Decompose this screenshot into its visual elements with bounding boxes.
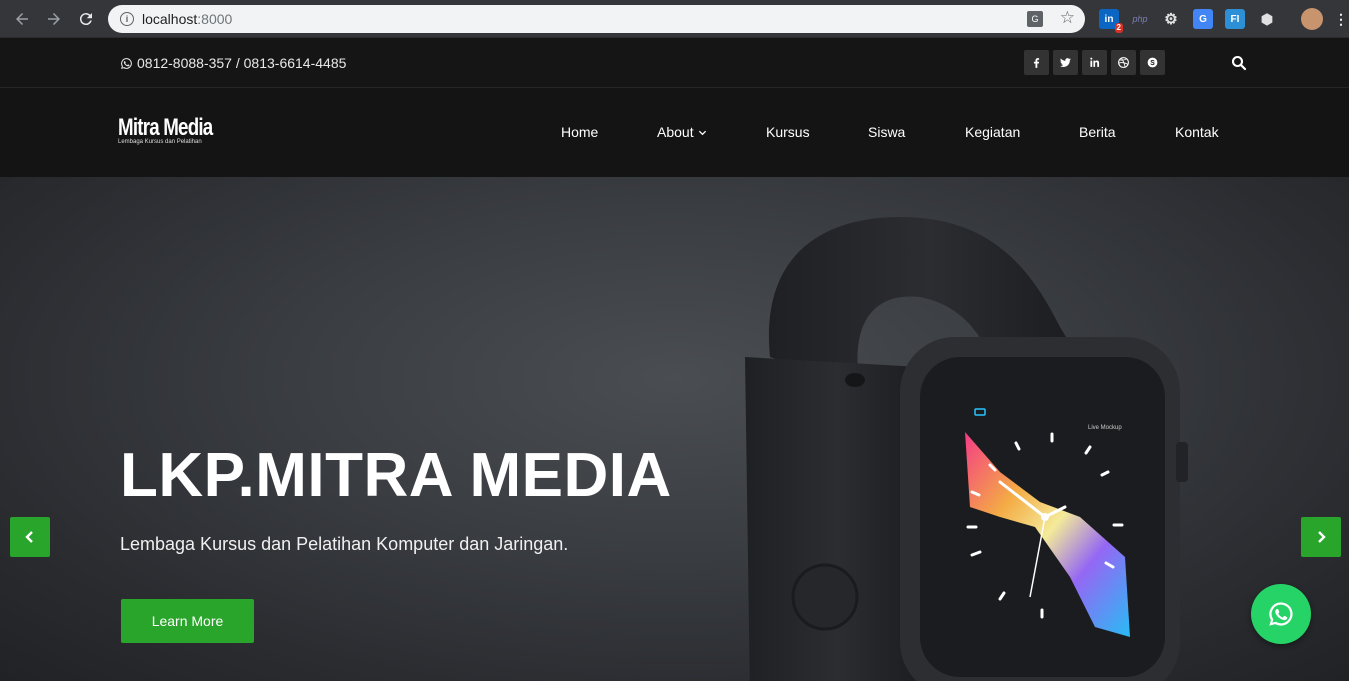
reload-button[interactable] xyxy=(74,7,98,31)
nav-berita[interactable]: Berita xyxy=(1079,124,1116,140)
dribbble-button[interactable] xyxy=(1111,50,1136,75)
nav-about-label: About xyxy=(657,124,694,140)
slider-next-button[interactable] xyxy=(1301,517,1341,557)
skype-button[interactable] xyxy=(1140,50,1165,75)
translate-ext-icon[interactable]: G xyxy=(1193,9,1213,29)
reload-icon xyxy=(79,13,92,26)
nav-kontak-label: Kontak xyxy=(1175,124,1219,140)
linkedin-ext-icon[interactable]: in 2 xyxy=(1099,9,1123,33)
nav-home-label: Home xyxy=(561,124,599,140)
site-info-icon[interactable]: i xyxy=(120,12,134,26)
extension-badge: 2 xyxy=(1114,23,1123,33)
hero-slider: Live Mockup LKP.MITRA MEDIA Lembaga Kurs… xyxy=(0,177,1349,681)
url-port: :8000 xyxy=(197,11,233,27)
address-bar[interactable]: i localhost:8000 G ☆ xyxy=(108,5,1085,33)
hero-title: LKP.MITRA MEDIA xyxy=(120,441,672,510)
nav-home[interactable]: Home xyxy=(561,124,598,140)
hero-subtitle: Lembaga Kursus dan Pelatihan Komputer da… xyxy=(120,534,569,554)
arrow-right-icon xyxy=(48,13,60,25)
php-ext-icon[interactable]: php xyxy=(1129,9,1151,29)
forward-button[interactable] xyxy=(42,7,66,31)
dribbble-icon xyxy=(1118,57,1129,68)
nav-kursus[interactable]: Kursus xyxy=(766,124,810,140)
nav-siswa[interactable]: Siswa xyxy=(868,124,905,140)
phone-numbers: 0812-8088-357 / 0813-6614-4485 xyxy=(137,55,347,71)
linkedin-button[interactable] xyxy=(1082,50,1107,75)
logo-title: Mitra Media xyxy=(118,114,213,141)
bookmark-star-icon[interactable]: ☆ xyxy=(1060,8,1075,28)
nav-siswa-label: Siswa xyxy=(868,124,906,140)
twitter-button[interactable] xyxy=(1053,50,1078,75)
slider-prev-button[interactable] xyxy=(10,517,50,557)
contact-topbar: 0812-8088-357 / 0813-6614-4485 xyxy=(0,38,1349,88)
arrow-left-icon xyxy=(16,13,28,25)
facebook-button[interactable] xyxy=(1024,50,1049,75)
nav-kegiatan[interactable]: Kegiatan xyxy=(965,124,1020,140)
watch-screen-label: Live Mockup xyxy=(1088,425,1122,431)
url-host: localhost xyxy=(142,11,198,27)
whatsapp-chat-button[interactable] xyxy=(1251,584,1311,644)
chevron-right-icon xyxy=(1318,531,1326,543)
url-text[interactable]: localhost:8000 xyxy=(142,11,232,27)
nav-about[interactable]: About xyxy=(657,124,707,140)
nav-kontak[interactable]: Kontak xyxy=(1175,124,1219,140)
main-header: Mitra Media Lembaga Kursus dan Pelatihan… xyxy=(0,88,1349,177)
gear-ext-icon[interactable]: ⚙ xyxy=(1161,9,1181,29)
back-button[interactable] xyxy=(10,7,34,31)
chevron-left-icon xyxy=(25,531,33,543)
linkedin-icon xyxy=(1090,57,1100,67)
nav-kegiatan-label: Kegiatan xyxy=(965,124,1021,140)
translate-icon[interactable]: G xyxy=(1027,11,1043,27)
fi-ext-icon[interactable]: FI xyxy=(1225,9,1245,29)
skype-icon xyxy=(1147,57,1158,68)
browser-toolbar: i localhost:8000 G ☆ in 2 php ⚙ G FI ⬢ ⋮ xyxy=(0,0,1349,38)
nav-kursus-label: Kursus xyxy=(766,124,810,140)
twitter-icon xyxy=(1060,58,1071,67)
menu-dots-icon[interactable]: ⋮ xyxy=(1334,9,1348,29)
smartwatch-image: Live Mockup xyxy=(745,217,1188,681)
facebook-icon xyxy=(1033,58,1040,68)
nav-berita-label: Berita xyxy=(1079,124,1116,140)
profile-avatar[interactable] xyxy=(1301,8,1323,30)
learn-more-button[interactable]: Learn More xyxy=(121,599,254,643)
whatsapp-icon xyxy=(121,57,132,69)
search-icon[interactable] xyxy=(1230,54,1248,72)
cube-ext-icon[interactable]: ⬢ xyxy=(1257,9,1277,29)
phone-contact: 0812-8088-357 / 0813-6614-4485 xyxy=(120,55,346,71)
chevron-down-icon xyxy=(698,130,706,135)
whatsapp-icon xyxy=(1269,602,1293,626)
site-logo[interactable]: Mitra Media Lembaga Kursus dan Pelatihan xyxy=(118,114,239,145)
